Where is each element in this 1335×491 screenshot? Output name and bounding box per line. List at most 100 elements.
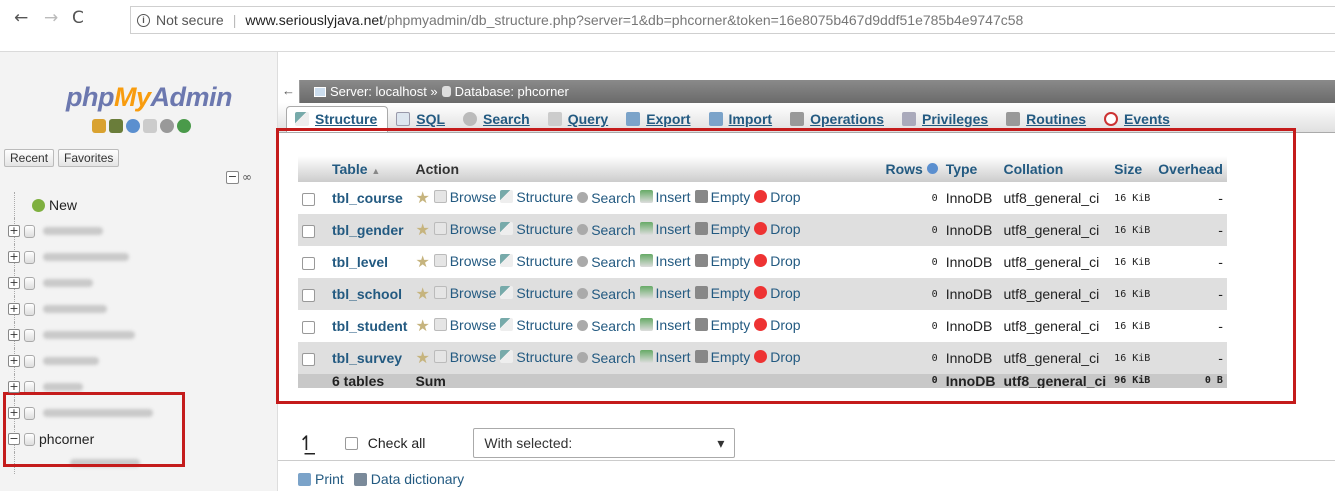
expand-icon[interactable]: + [8, 277, 20, 289]
breadcrumb-database[interactable]: Database: phcorner [455, 84, 569, 99]
logo-my: My [113, 82, 151, 112]
expand-icon[interactable]: + [8, 225, 20, 237]
expand-icon[interactable]: + [8, 355, 20, 367]
database-icon [24, 224, 35, 238]
redacted-db-name [43, 383, 83, 391]
tab-label: Privileges [922, 111, 989, 127]
url-separator: | [232, 12, 237, 28]
tab-label: Import [728, 111, 773, 127]
with-selected-value: With selected: [484, 435, 573, 451]
tree-line [14, 192, 15, 218]
redacted-db-name [43, 227, 103, 235]
forward-arrow-icon[interactable]: → [44, 8, 58, 28]
recent-button[interactable]: Recent [4, 149, 55, 167]
annotation-box-phcorner [3, 392, 185, 467]
structure-icon [295, 112, 309, 126]
tab-label: Query [567, 111, 609, 127]
database-icon [24, 302, 35, 316]
redacted-db-name [43, 253, 129, 261]
wrench-icon [790, 112, 805, 126]
redacted-db-name [43, 331, 135, 339]
tab-label: Search [483, 111, 530, 127]
redacted-db-name [43, 357, 99, 365]
home-icon[interactable] [92, 119, 106, 133]
database-icon [24, 328, 35, 342]
quick-links [92, 119, 191, 133]
expand-icon[interactable]: + [8, 251, 20, 263]
address-bar[interactable]: i Not secure | www.seriouslyjava.net/php… [130, 6, 1335, 34]
settings-gear-icon[interactable] [160, 119, 174, 133]
collapse-nav-icon[interactable]: ← [278, 80, 300, 103]
annotation-box-tables [276, 128, 1296, 404]
export-icon [626, 112, 641, 126]
import-icon [708, 112, 723, 126]
tree-controls: − ∞ [226, 170, 252, 184]
tab-label: Events [1124, 111, 1170, 127]
redacted-db-name [43, 305, 107, 313]
tab-label: Export [646, 111, 691, 127]
tree-item-new[interactable]: New [10, 192, 270, 218]
help-icon[interactable] [126, 119, 140, 133]
check-all-checkbox[interactable] [344, 436, 358, 450]
reload-nav-icon[interactable] [177, 119, 191, 133]
tree-item-db[interactable]: + [8, 270, 270, 296]
logout-icon[interactable] [109, 119, 123, 133]
recent-favorites-tabs: Recent Favorites [4, 149, 120, 167]
logo-admin: Admin [150, 82, 233, 112]
check-all-label[interactable]: Check all [368, 435, 426, 451]
collapse-icon[interactable]: − [8, 433, 20, 445]
database-icon [24, 250, 35, 264]
breadcrumb: ← Server: localhost » Database: phcorner [278, 80, 1335, 103]
search-icon [463, 112, 478, 126]
phpmyadmin-logo[interactable]: phpMyAdmin [66, 82, 232, 113]
expand-icon[interactable]: + [8, 329, 20, 341]
divider [278, 460, 1335, 461]
new-db-icon [32, 198, 45, 212]
collapse-all-icon[interactable]: − [226, 170, 239, 184]
link-icon[interactable]: ∞ [242, 170, 252, 184]
server-icon [314, 86, 326, 97]
expand-icon[interactable]: + [8, 303, 20, 315]
tab-label: Operations [810, 111, 884, 127]
tab-label: Routines [1026, 111, 1087, 127]
print-icon [298, 472, 311, 486]
privileges-icon [902, 112, 916, 126]
database-icon [24, 276, 35, 290]
logo-php: php [66, 82, 114, 112]
arrow-up-icon: ↿̲̲ [298, 432, 315, 455]
new-label[interactable]: New [49, 197, 77, 213]
tree-item-db[interactable]: + [8, 218, 270, 244]
expand-icon[interactable]: + [8, 381, 20, 393]
tab-label: SQL [416, 111, 446, 127]
browser-toolbar: ← → C i Not secure | www.seriouslyjava.n… [0, 0, 1335, 52]
tree-item-db[interactable]: + [8, 348, 270, 374]
data-dictionary-link[interactable]: Data dictionary [353, 471, 465, 487]
redacted-db-name [43, 279, 93, 287]
info-icon[interactable]: i [137, 13, 150, 27]
breadcrumb-server[interactable]: Server: localhost » [330, 84, 438, 99]
docs-icon[interactable] [143, 119, 157, 133]
tree-item-db[interactable]: + [8, 244, 270, 270]
footer-links: Print Data dictionary [298, 471, 464, 487]
tree-item-db[interactable]: + [8, 322, 270, 348]
print-label: Print [315, 471, 344, 487]
query-icon [547, 112, 562, 126]
data-dictionary-label: Data dictionary [370, 471, 465, 487]
security-status: Not secure [156, 12, 224, 28]
data-dictionary-icon [353, 472, 367, 486]
clock-icon [1104, 112, 1119, 126]
routines-icon [1006, 112, 1021, 126]
sql-icon [396, 112, 411, 126]
database-icon [441, 86, 451, 97]
back-arrow-icon[interactable]: ← [14, 8, 28, 28]
print-link[interactable]: Print [298, 471, 344, 487]
reload-icon[interactable]: C [72, 8, 84, 28]
favorites-button[interactable]: Favorites [58, 149, 120, 167]
tree-item-db[interactable]: + [8, 296, 270, 322]
with-selected-select[interactable]: With selected: ▾ [473, 428, 736, 458]
url-path: /phpmyadmin/db_structure.php?server=1&db… [383, 12, 1024, 28]
database-icon [24, 354, 35, 368]
bulk-actions: ↿̲̲ Check all With selected: ▾ [298, 428, 736, 458]
chevron-down-icon: ▾ [717, 434, 725, 451]
expand-icon[interactable]: + [8, 407, 20, 419]
